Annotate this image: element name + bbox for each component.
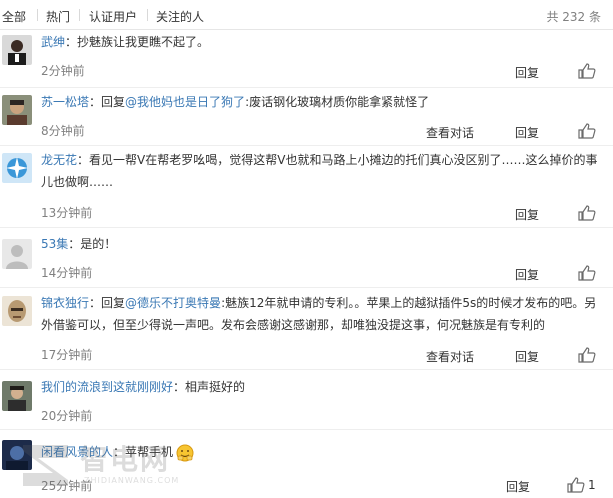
tab-divider [79, 9, 80, 21]
username-link[interactable]: 武绅 [41, 35, 65, 49]
comment-text: 锦衣独行：回复@德乐不打奥特曼:魅族12年就申请的专利。。苹果上的越狱插件5s的… [41, 296, 597, 332]
thumbs-up-icon[interactable] [578, 205, 596, 221]
thumbs-up-icon[interactable] [578, 347, 596, 363]
thumbs-up-icon[interactable] [567, 477, 585, 493]
comment-time: 2分钟前 [41, 64, 85, 78]
tab-divider [147, 9, 148, 21]
mention-link[interactable]: @德乐不打奥特曼 [125, 296, 221, 310]
comment-time: 13分钟前 [41, 206, 93, 220]
comment-time: 20分钟前 [41, 409, 93, 423]
thumbs-up-icon[interactable] [578, 63, 596, 79]
reply-button[interactable]: 回复 [515, 266, 539, 283]
comment-text: 53集：是的！ [41, 237, 117, 251]
like-count: 1 [588, 478, 596, 492]
comment-body: 苹帮手机 [125, 445, 174, 459]
reply-button[interactable]: 回复 [515, 124, 539, 141]
thumbs-up-icon[interactable] [578, 123, 596, 139]
comment-time: 8分钟前 [41, 124, 85, 138]
comment-total-count: 共 232 条 [546, 10, 601, 24]
tab-following[interactable]: 关注的人 [156, 8, 204, 25]
username-link[interactable]: 闲看风景的人 [41, 445, 113, 459]
comment-item: 龙无花：看见一帮V在帮老罗吆喝，觉得这帮V也就和马路上小摊边的托们真心没区别了…… [0, 146, 613, 228]
reply-button[interactable]: 回复 [515, 206, 539, 223]
comment-item: 武绅：抄魅族让我更瞧不起了。 2分钟前 回复 [0, 30, 613, 88]
avatar[interactable] [2, 381, 32, 411]
comment-text: 苏一松塔：回复@我他妈也是日了狗了:废话钢化玻璃材质你能拿紧就怪了 [41, 95, 430, 109]
avatar[interactable] [2, 296, 32, 326]
comment-body: 相声挺好的 [185, 380, 246, 394]
avatar[interactable] [2, 153, 32, 183]
mention-link[interactable]: @我他妈也是日了狗了 [125, 95, 245, 109]
comment-filter-tabs: 全部 热门 认证用户 关注的人 共 232 条 [0, 0, 613, 30]
tab-all[interactable]: 全部 [2, 8, 26, 25]
comment-time: 17分钟前 [41, 348, 93, 362]
comment-body: 看见一帮V在帮老罗吆喝，觉得这帮V也就和马路上小摊边的托们真心没区别了……这么掉… [41, 153, 598, 189]
comment-item: 苏一松塔：回复@我他妈也是日了狗了:废话钢化玻璃材质你能拿紧就怪了 8分钟前 查… [0, 88, 613, 146]
reply-button[interactable]: 回复 [515, 64, 539, 81]
comment-item: 53集：是的！ 14分钟前 回复 [0, 228, 613, 288]
view-conversation-button[interactable]: 查看对话 [426, 348, 474, 365]
emoji-icon [175, 443, 195, 463]
comment-text: 我们的流浪到这就刚刚好：相声挺好的 [41, 380, 246, 394]
comment-item: 我们的流浪到这就刚刚好：相声挺好的 20分钟前 [0, 370, 613, 430]
avatar[interactable] [2, 440, 32, 470]
comment-text: 龙无花：看见一帮V在帮老罗吆喝，觉得这帮V也就和马路上小摊边的托们真心没区别了…… [41, 153, 598, 189]
tab-divider [37, 9, 38, 21]
username-link[interactable]: 苏一松塔 [41, 95, 89, 109]
tab-verified-users[interactable]: 认证用户 [89, 8, 137, 25]
username-link[interactable]: 53集 [41, 237, 68, 251]
comment-body: 抄魅族让我更瞧不起了。 [77, 35, 210, 49]
comment-body: 是的！ [80, 237, 117, 251]
comment-item: 锦衣独行：回复@德乐不打奥特曼:魅族12年就申请的专利。。苹果上的越狱插件5s的… [0, 288, 613, 370]
thumbs-up-icon[interactable] [578, 265, 596, 281]
comment-item: 闲看风景的人：苹帮手机 25分钟前 回复 1 [0, 430, 613, 498]
tab-hot[interactable]: 热门 [46, 8, 70, 25]
comment-text: 武绅：抄魅族让我更瞧不起了。 [41, 35, 210, 49]
username-link[interactable]: 锦衣独行 [41, 296, 89, 310]
avatar[interactable] [2, 239, 32, 269]
username-link[interactable]: 龙无花 [41, 153, 77, 167]
reply-button[interactable]: 回复 [515, 348, 539, 365]
comment-time: 14分钟前 [41, 266, 93, 280]
comment-time: 25分钟前 [41, 479, 93, 493]
avatar[interactable] [2, 35, 32, 65]
username-link[interactable]: 我们的流浪到这就刚刚好 [41, 380, 173, 394]
view-conversation-button[interactable]: 查看对话 [426, 124, 474, 141]
reply-button[interactable]: 回复 [506, 478, 530, 495]
comment-text: 闲看风景的人：苹帮手机 [41, 441, 601, 463]
comment-body: :废话钢化玻璃材质你能拿紧就怪了 [245, 95, 430, 109]
avatar[interactable] [2, 95, 32, 125]
